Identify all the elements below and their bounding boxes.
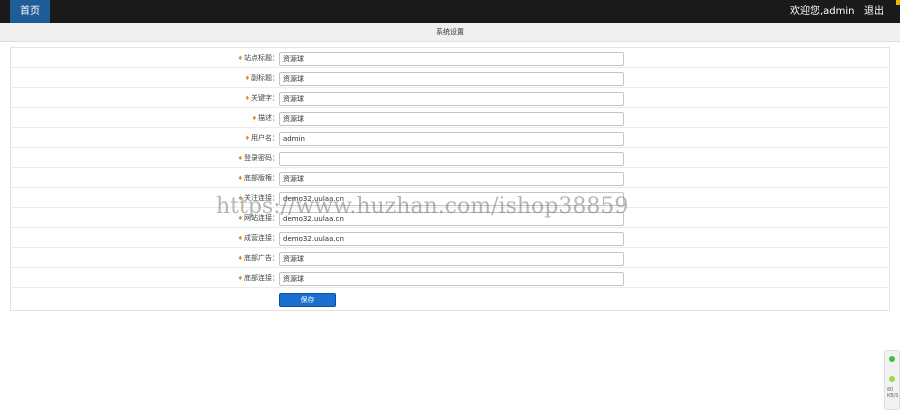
welcome-text: 欢迎您,admin bbox=[790, 6, 855, 17]
watermark-text: https://www.huzhan.com/ishop38859 bbox=[216, 194, 629, 219]
field-label: ♦底部连接： bbox=[237, 274, 279, 282]
footer-ad-input[interactable]: 资源球 bbox=[279, 252, 624, 266]
keywords-input[interactable]: 资源球 bbox=[279, 92, 624, 106]
form-row: ♦登录密码： bbox=[11, 148, 889, 168]
status-dot-icon bbox=[889, 376, 895, 382]
subtitle-input[interactable]: 资源球 bbox=[279, 72, 624, 86]
speed-widget[interactable]: 80 KB/S bbox=[884, 350, 900, 410]
save-button[interactable]: 保存 bbox=[279, 293, 336, 307]
field-label: ♦成营连接： bbox=[237, 234, 279, 242]
form-row: ♦用户名： admin bbox=[11, 128, 889, 148]
required-mark: ♦ bbox=[237, 255, 243, 262]
field-label: ♦关键字： bbox=[244, 94, 279, 102]
form-row: ♦站点标题： 资源球 bbox=[11, 48, 889, 68]
footer-link-input[interactable]: 资源球 bbox=[279, 272, 624, 286]
form-row: ♦描述： 资源球 bbox=[11, 108, 889, 128]
field-label: ♦底部广告： bbox=[237, 254, 279, 262]
required-mark: ♦ bbox=[244, 95, 250, 102]
required-mark: ♦ bbox=[251, 115, 257, 122]
required-mark: ♦ bbox=[237, 235, 243, 242]
site-title-input[interactable]: 资源球 bbox=[279, 52, 624, 66]
field-label: ♦用户名： bbox=[244, 134, 279, 142]
field-label: ♦站点标题： bbox=[237, 54, 279, 62]
logout-link[interactable]: 退出 bbox=[864, 0, 884, 23]
field-label: ♦底部版権： bbox=[237, 174, 279, 182]
required-mark: ♦ bbox=[237, 155, 243, 162]
form-row: ♦成营连接： demo32.uulaa.cn bbox=[11, 228, 889, 248]
form-row: ♦底部版権： 资源球 bbox=[11, 168, 889, 188]
nav-home-tab[interactable]: 首页 bbox=[10, 0, 50, 23]
required-mark: ♦ bbox=[237, 55, 243, 62]
required-mark: ♦ bbox=[237, 175, 243, 182]
top-navbar: 首页 欢迎您,admin 退出 bbox=[0, 0, 900, 23]
mall-link-input[interactable]: demo32.uulaa.cn bbox=[279, 232, 624, 246]
corner-marker bbox=[896, 0, 900, 5]
speed-text: 80 KB/S bbox=[887, 387, 899, 399]
form-row: ♦副标题： 资源球 bbox=[11, 68, 889, 88]
description-input[interactable]: 资源球 bbox=[279, 112, 624, 126]
username-input[interactable]: admin bbox=[279, 132, 624, 146]
password-input[interactable] bbox=[279, 152, 624, 166]
page-title: 系统设置 bbox=[0, 23, 900, 42]
required-mark: ♦ bbox=[244, 75, 250, 82]
form-row: ♦底部广告： 资源球 bbox=[11, 248, 889, 268]
status-dot-icon bbox=[889, 356, 895, 362]
field-label: ♦副标题： bbox=[244, 74, 279, 82]
field-label: ♦登录密码： bbox=[237, 154, 279, 162]
form-row: ♦关键字： 资源球 bbox=[11, 88, 889, 108]
required-mark: ♦ bbox=[237, 275, 243, 282]
footer-copyright-input[interactable]: 资源球 bbox=[279, 172, 624, 186]
field-label: ♦描述： bbox=[251, 114, 279, 122]
form-row: ♦底部连接： 资源球 bbox=[11, 268, 889, 288]
required-mark: ♦ bbox=[244, 135, 250, 142]
settings-form: ♦站点标题： 资源球 ♦副标题： 资源球 ♦关键字： 资源球 ♦描述： 资源球 … bbox=[10, 47, 890, 311]
